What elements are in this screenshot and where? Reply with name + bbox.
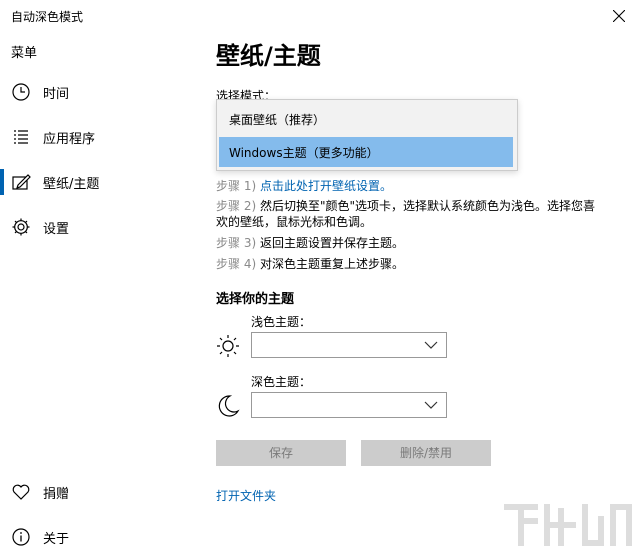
sidebar-item-label: 设置 xyxy=(43,222,70,237)
sun-icon xyxy=(217,335,239,357)
mode-dropdown-list[interactable]: 桌面壁纸（推荐） Windows主题（更多功能） xyxy=(216,99,518,171)
step-text: 然后切换至"颜色"选项卡，选择默认系统颜色为浅色。选择您喜欢的壁纸，鼠标光标和色… xyxy=(216,199,596,229)
close-button[interactable] xyxy=(600,0,640,32)
light-theme-select[interactable] xyxy=(251,332,447,358)
sidebar-item-label: 时间 xyxy=(43,87,70,102)
step-4: 步骤 4) 对深色主题重复上述步骤。 xyxy=(216,256,596,272)
section-title: 选择你的主题 xyxy=(216,292,295,307)
sidebar-item-settings[interactable]: 设置 xyxy=(0,206,190,246)
option-label: Windows主题（更多功能） xyxy=(229,146,379,160)
dark-theme-label: 深色主题： xyxy=(251,375,312,389)
sidebar: 菜单 时间 应用程序 壁纸/主题 设置 捐赠 关于 xyxy=(0,0,190,560)
page-title: 壁纸/主题 xyxy=(216,42,321,70)
sidebar-item-label: 捐赠 xyxy=(43,487,70,502)
step-number: 步骤 1) xyxy=(216,179,257,193)
sidebar-item-about[interactable]: 关于 xyxy=(0,516,190,556)
sidebar-item-label: 壁纸/主题 xyxy=(43,177,100,192)
step-number: 步骤 4) xyxy=(216,257,257,271)
selection-indicator xyxy=(0,169,4,195)
watermark-logo xyxy=(504,504,632,546)
sidebar-item-time[interactable]: 时间 xyxy=(0,71,190,111)
step-3: 步骤 3) 返回主题设置并保存主题。 xyxy=(216,235,596,251)
sidebar-item-label: 关于 xyxy=(43,532,70,547)
sidebar-item-donate[interactable]: 捐赠 xyxy=(0,471,190,511)
step-text: 返回主题设置并保存主题。 xyxy=(259,236,404,250)
open-folder-link[interactable]: 打开文件夹 xyxy=(216,487,276,504)
sidebar-item-label: 应用程序 xyxy=(43,132,96,147)
moon-icon xyxy=(218,395,240,417)
delete-disable-button[interactable]: 删除/禁用 xyxy=(361,440,491,466)
step-number: 步骤 3) xyxy=(216,236,257,250)
heart-icon xyxy=(12,484,30,500)
light-theme-label: 浅色主题： xyxy=(251,315,312,329)
sidebar-item-apps[interactable]: 应用程序 xyxy=(0,116,190,156)
dark-theme-select[interactable] xyxy=(251,392,447,418)
chevron-down-icon xyxy=(424,401,438,409)
list-icon xyxy=(14,130,28,144)
dropdown-option-windows-theme[interactable]: Windows主题（更多功能） xyxy=(219,137,513,167)
clock-icon xyxy=(12,83,30,101)
menu-title: 菜单 xyxy=(11,46,38,61)
chevron-down-icon xyxy=(424,341,438,349)
edit-icon xyxy=(12,174,31,190)
save-button[interactable]: 保存 xyxy=(216,440,346,466)
sidebar-item-wallpaper[interactable]: 壁纸/主题 xyxy=(0,161,190,201)
close-icon xyxy=(613,10,625,22)
step-1: 步骤 1) 点击此处打开壁纸设置。 xyxy=(216,178,596,194)
open-wallpaper-settings-link[interactable]: 点击此处打开壁纸设置。 xyxy=(260,179,392,193)
option-label: 桌面壁纸（推荐） xyxy=(229,113,326,127)
info-icon xyxy=(12,528,30,546)
gear-icon xyxy=(12,218,30,236)
step-number: 步骤 2) xyxy=(216,199,257,213)
dropdown-option-wallpaper[interactable]: 桌面壁纸（推荐） xyxy=(219,104,513,134)
step-text: 对深色主题重复上述步骤。 xyxy=(259,257,404,271)
step-2: 步骤 2) 然后切换至"颜色"选项卡，选择默认系统颜色为浅色。选择您喜欢的壁纸，… xyxy=(216,198,596,230)
